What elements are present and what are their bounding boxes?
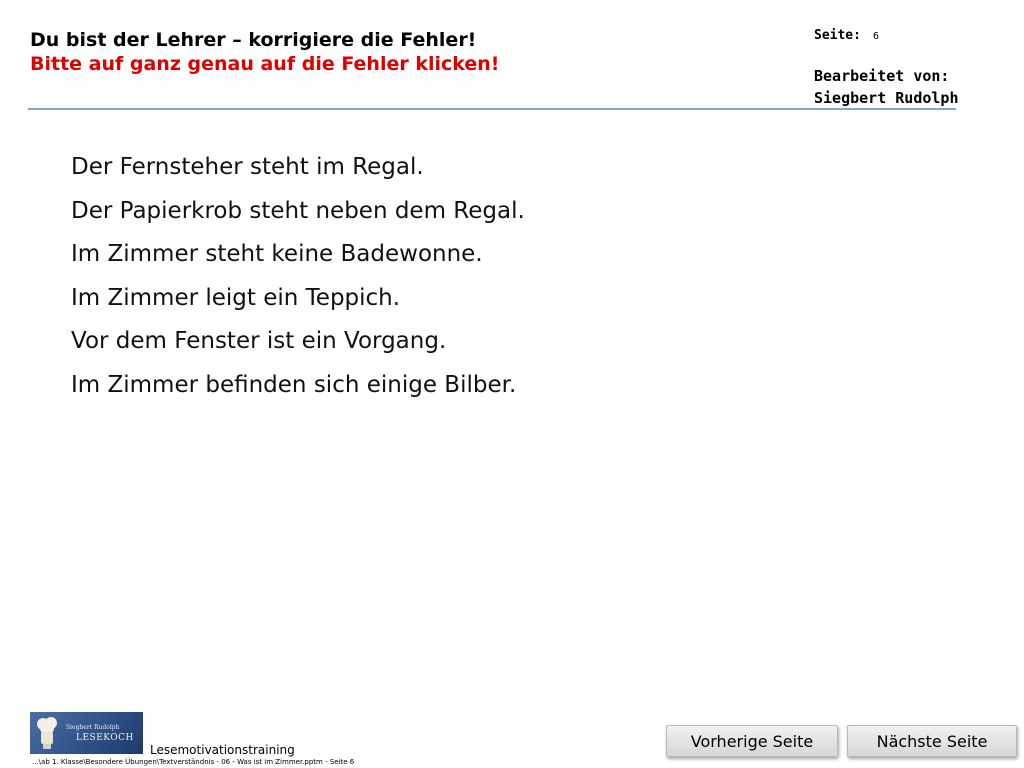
sentence-list: Der Fernsteher steht im Regal. Der Papie…	[71, 146, 525, 407]
sentence-3[interactable]: Im Zimmer steht keine Badewonne.	[71, 233, 525, 277]
file-path: ...\ab 1. Klasse\Besondere Übungen\Textv…	[32, 758, 355, 766]
program-title: Lesemotivationstraining	[150, 743, 295, 757]
sentence-5[interactable]: Vor dem Fenster ist ein Vorgang.	[71, 320, 525, 364]
editor-name: Siegbert Rudolph	[814, 89, 959, 107]
sentence-1[interactable]: Der Fernsteher steht im Regal.	[71, 146, 525, 190]
next-page-button[interactable]: Nächste Seite	[847, 725, 1017, 757]
edited-by-label: Bearbeitet von:	[814, 67, 950, 85]
header-divider	[28, 108, 956, 110]
page-number: 6	[872, 31, 879, 42]
page-label: Seite:	[814, 28, 861, 43]
sentence-6[interactable]: Im Zimmer befinden sich einige Bilber.	[71, 364, 525, 408]
logo-brand: LESEKOCH	[76, 733, 134, 743]
lesekoch-logo: Siegbert Rudolph LESEKOCH	[30, 712, 143, 754]
page-title: Du bist der Lehrer – korrigiere die Fehl…	[30, 29, 477, 51]
chef-hat-icon	[37, 717, 57, 749]
header-title-block: Du bist der Lehrer – korrigiere die Fehl…	[30, 28, 499, 76]
page-info: Seite: 6 Bearbeitet von: Siegbert Rudolp…	[814, 28, 959, 109]
previous-page-button[interactable]: Vorherige Seite	[666, 725, 838, 757]
sentence-4[interactable]: Im Zimmer leigt ein Teppich.	[71, 277, 525, 321]
logo-author: Siegbert Rudolph	[66, 724, 120, 731]
sentence-2[interactable]: Der Papierkrob steht neben dem Regal.	[71, 190, 525, 234]
instruction-text: Bitte auf ganz genau auf die Fehler klic…	[30, 53, 500, 75]
